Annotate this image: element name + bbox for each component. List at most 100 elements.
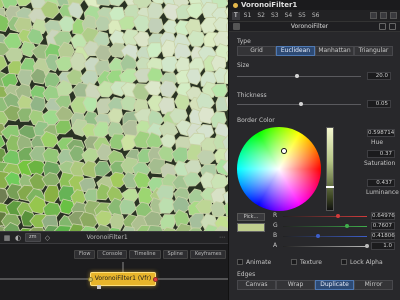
luminance-bar[interactable] [326, 127, 334, 211]
channel-label-g: G [273, 222, 278, 229]
voronoi-image [0, 0, 228, 231]
pick-button[interactable]: Pick... [237, 213, 265, 221]
viewer-toolbar: ▦ ◐ zm ◇ VoronoiFilter1 ⋯ [0, 231, 228, 244]
viewer-menu-icon[interactable]: ⋯ [219, 234, 225, 241]
hue-label: Hue [371, 139, 384, 146]
channel-value-a[interactable]: 1.0 [371, 242, 395, 250]
voronoi-cell [16, 0, 34, 7]
type-manhattan[interactable]: Manhattan [315, 46, 354, 56]
channel-label-b: B [273, 232, 278, 239]
tool-enable-toggle[interactable] [233, 23, 240, 30]
lock-alpha-checkbox[interactable] [341, 259, 347, 265]
channel-slider-b[interactable] [283, 236, 367, 237]
voronoi-cell [108, 0, 126, 7]
channel-label-a: A [273, 242, 278, 249]
zoom-button[interactable]: zm [25, 233, 41, 242]
luminance-label: Luminance [366, 189, 399, 196]
gear-icon[interactable] [389, 23, 396, 30]
tab-s2[interactable]: S2 [255, 12, 267, 20]
voronoi-cell [43, 184, 61, 204]
texture-label: Texture [300, 259, 322, 266]
size-slider-handle[interactable] [294, 74, 299, 78]
channel-slider-g[interactable] [283, 226, 367, 227]
voronoi-cell [54, 119, 72, 135]
edges-label: Edges [237, 271, 256, 278]
size-label: Size [237, 62, 250, 69]
animate-checkbox[interactable] [237, 259, 243, 265]
voronoi-cell [119, 198, 137, 215]
animate-label: Animate [246, 259, 272, 266]
saturation-label: Saturation [364, 160, 396, 167]
border-color-label: Border Color [237, 117, 275, 124]
channel-slider-a[interactable] [283, 246, 367, 247]
type-label: Type [237, 38, 251, 45]
thickness-slider-handle[interactable] [299, 102, 304, 106]
type-euclidean[interactable]: Euclidean [276, 46, 315, 56]
tab-s1[interactable]: S1 [242, 12, 254, 20]
voronoi-cell [16, 69, 33, 87]
flow-area[interactable]: Flow Console Timeline Spline Keyframes V… [0, 244, 228, 300]
stereo-icon[interactable]: ◇ [44, 234, 52, 242]
color-wheel[interactable] [237, 127, 321, 211]
node-input[interactable] [88, 277, 93, 282]
edge-wrap[interactable]: Wrap [276, 280, 315, 290]
inspector-panel: VoronoiFilter1 T S1 S2 S3 S4 S5 S6 Voron… [228, 0, 400, 300]
luminance-marker[interactable] [326, 186, 334, 188]
edge-canvas[interactable]: Canvas [237, 280, 276, 290]
voronoi-cell [171, 146, 189, 164]
node-mask-input[interactable] [97, 285, 101, 289]
channel-value-b[interactable]: 0.41806 [371, 232, 395, 240]
hue-value[interactable]: 0.598714 [367, 129, 395, 137]
saturation-value[interactable]: 0.37 [367, 150, 395, 158]
channel-handle-b[interactable] [316, 234, 321, 238]
lock-icon[interactable] [370, 12, 377, 19]
channel-slider-r[interactable] [283, 216, 367, 217]
channel-handle-g[interactable] [344, 224, 349, 228]
rgb-icon[interactable]: ◐ [14, 234, 22, 242]
edge-duplicate[interactable]: Duplicate [315, 280, 354, 290]
node-label: VoronoiFilter1 (Vfr) [94, 275, 152, 282]
settings-icon[interactable] [390, 12, 397, 19]
color-swatch[interactable] [237, 223, 265, 232]
channel-handle-r[interactable] [335, 214, 340, 218]
voronoi-cell [147, 1, 164, 21]
edges-selector: Canvas Wrap Duplicate Mirror [237, 280, 393, 290]
size-value[interactable]: 20.0 [367, 72, 391, 80]
tool-color-icon [233, 2, 238, 8]
grid-icon[interactable]: ▦ [3, 234, 11, 242]
channel-handle-a[interactable] [365, 244, 369, 248]
voronoi-cell [185, 68, 202, 86]
texture-checkbox[interactable] [291, 259, 297, 265]
viewer-title: VoronoiFilter1 [86, 234, 128, 241]
voronoi-cell [147, 17, 164, 34]
inspector-tabs: T S1 S2 S3 S4 S5 S6 [229, 10, 400, 21]
tab-s4[interactable]: S4 [283, 12, 295, 20]
node-output[interactable] [153, 277, 158, 282]
size-slider[interactable] [237, 76, 361, 77]
voronoi-node[interactable]: VoronoiFilter1 (Vfr) [88, 272, 158, 289]
luminance-value[interactable]: 0.437 [367, 179, 395, 187]
tool-row[interactable]: VoronoiFilter [229, 21, 400, 32]
tool-name: VoronoiFilter [290, 23, 329, 30]
color-wheel-picker[interactable] [281, 148, 287, 154]
channel-value-r[interactable]: 0.64976 [371, 212, 395, 220]
pin-icon[interactable] [380, 12, 387, 19]
voronoi-cell [93, 160, 112, 177]
tab-s6[interactable]: S6 [310, 12, 322, 20]
inspector-title: VoronoiFilter1 [241, 1, 298, 9]
viewer[interactable] [0, 0, 228, 231]
lock-alpha-label: Lock Alpha [350, 259, 383, 266]
thickness-value[interactable]: 0.05 [367, 100, 391, 108]
tab-t[interactable]: T [232, 11, 240, 20]
inspector-header: VoronoiFilter1 [229, 0, 400, 10]
reset-icon[interactable] [379, 23, 386, 30]
type-grid[interactable]: Grid [237, 46, 276, 56]
thickness-label: Thickness [237, 92, 267, 99]
type-triangular[interactable]: Triangular [354, 46, 393, 56]
channel-value-g[interactable]: 0.7607 [371, 222, 395, 230]
edge-mirror[interactable]: Mirror [354, 280, 393, 290]
voronoi-cell [81, 147, 99, 164]
channel-label-r: R [273, 212, 278, 219]
tab-s3[interactable]: S3 [269, 12, 281, 20]
tab-s5[interactable]: S5 [296, 12, 308, 20]
